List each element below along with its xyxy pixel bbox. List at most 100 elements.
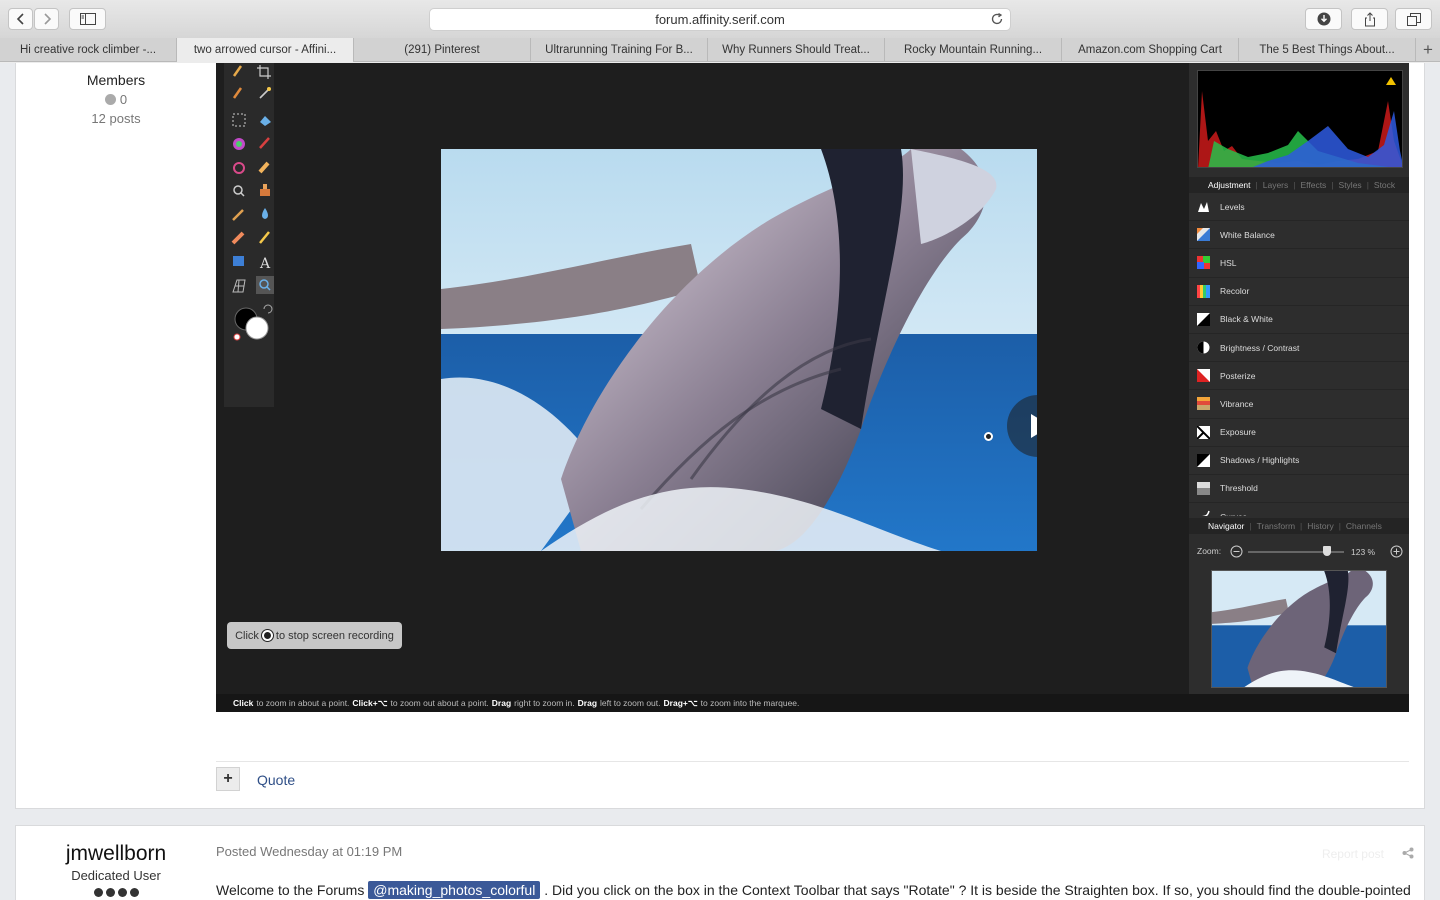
- photo-canvas[interactable]: [441, 149, 1037, 551]
- status-key: Click+⌥: [352, 697, 388, 708]
- post-timestamp[interactable]: Posted Wednesday at 01:19 PM: [216, 844, 402, 859]
- navigator-tab[interactable]: History: [1307, 521, 1333, 531]
- adjustment-item-curves[interactable]: Curves: [1189, 503, 1409, 516]
- quote-link[interactable]: Quote: [257, 772, 295, 788]
- post-divider: [216, 761, 1409, 762]
- tab-separator: |: [1255, 180, 1258, 190]
- zoom-slider-track[interactable]: [1248, 546, 1344, 556]
- crop-icon: [257, 65, 271, 79]
- studio-tab[interactable]: Layers: [1263, 180, 1289, 190]
- navigator-thumbnail[interactable]: [1211, 570, 1387, 688]
- active-tool-highlight: [256, 276, 274, 294]
- histogram: [1197, 70, 1403, 168]
- adjustment-item-black-white[interactable]: Black & White: [1189, 306, 1409, 334]
- reload-icon[interactable]: [990, 12, 1004, 26]
- navigator-tab[interactable]: Channels: [1346, 521, 1382, 531]
- adjustment-label: Vibrance: [1220, 398, 1254, 409]
- status-text: right to zoom in.: [514, 698, 575, 708]
- address-bar[interactable]: forum.affinity.serif.com: [429, 8, 1011, 31]
- adjustment-item-recolor[interactable]: Recolor: [1189, 278, 1409, 306]
- username-link[interactable]: jmwellborn: [16, 842, 216, 866]
- retouch-icon: [232, 209, 244, 221]
- warning-icon: [1386, 77, 1396, 85]
- swap-colors-icon: [263, 304, 273, 314]
- adjustment-panel-tabs: Adjustment | Layers | Effects | Styles | Stock: [1189, 177, 1409, 193]
- browser-tab[interactable]: Amazon.com Shopping Cart: [1062, 38, 1239, 62]
- studio-tab[interactable]: Adjustment: [1208, 180, 1251, 190]
- user-title: Dedicated User: [71, 868, 161, 883]
- mesh-icon: [232, 279, 246, 293]
- browser-tab[interactable]: The 5 Best Things About...: [1239, 38, 1416, 62]
- adjustment-item-shadows-highlights[interactable]: Shadows / Highlights: [1189, 447, 1409, 475]
- status-key: Drag: [491, 698, 512, 708]
- browser-tab[interactable]: Rocky Mountain Running...: [885, 38, 1062, 62]
- reputation-icon: [104, 94, 116, 105]
- browser-tab[interactable]: Hi creative rock climber -...: [0, 38, 177, 62]
- tab-overview-button[interactable]: [1395, 8, 1432, 30]
- post-count[interactable]: 12 posts: [16, 111, 216, 126]
- adjustment-item-vibrance[interactable]: Vibrance: [1189, 390, 1409, 419]
- paint-brush-icon: [259, 137, 270, 149]
- adjustment-item-hsl[interactable]: HSL: [1189, 249, 1409, 278]
- forward-button[interactable]: [34, 8, 59, 30]
- tab-separator: |: [1331, 180, 1334, 190]
- status-key: Drag+⌥: [663, 697, 698, 708]
- clone-icon: [260, 184, 270, 196]
- adjustment-label: Levels: [1220, 201, 1245, 212]
- adjustment-item-brightness-contrast[interactable]: Brightness / Contrast: [1189, 334, 1409, 363]
- levels-icon: [1198, 202, 1209, 213]
- back-button[interactable]: [8, 8, 33, 30]
- adjustment-label: Black & White: [1220, 314, 1273, 325]
- stop-recording-prefix: Click: [235, 629, 259, 642]
- adjustment-label: Brightness / Contrast: [1220, 342, 1300, 353]
- brush-icon: [232, 87, 243, 99]
- rectangle-icon: [233, 256, 244, 266]
- studio-tab[interactable]: Styles: [1339, 180, 1362, 190]
- adjustment-item-exposure[interactable]: Exposure: [1189, 419, 1409, 447]
- adjustment-item-levels[interactable]: Levels: [1189, 193, 1409, 222]
- share-button[interactable]: [1351, 8, 1388, 30]
- browser-toolbar: forum.affinity.serif.com: [0, 0, 1440, 38]
- zoom-value[interactable]: 123 %: [1351, 547, 1375, 557]
- adjustment-label: HSL: [1220, 257, 1237, 268]
- zoom-in-icon[interactable]: [1390, 545, 1403, 558]
- status-text: to zoom out about a point.: [390, 698, 489, 708]
- adjustment-item-posterize[interactable]: Posterize: [1189, 362, 1409, 391]
- download-icon: [1317, 12, 1330, 26]
- status-key: Click: [233, 698, 254, 708]
- adjustment-item-white-balance[interactable]: White Balance: [1189, 221, 1409, 250]
- status-key: Drag: [577, 698, 598, 708]
- browser-tab[interactable]: (291) Pinterest: [354, 38, 531, 62]
- video-embed[interactable]: A Click to stop screen recording Click t…: [216, 63, 1409, 712]
- navigator-tab[interactable]: Transform: [1257, 521, 1295, 531]
- fill-icon: [260, 116, 271, 126]
- zoom-cursor-icon: [984, 432, 993, 441]
- adjustment-item-threshold[interactable]: Threshold: [1189, 475, 1409, 504]
- studio-tab[interactable]: Stock: [1374, 180, 1395, 190]
- share-post-icon[interactable]: [1402, 847, 1414, 859]
- multi-quote-button[interactable]: +: [216, 767, 240, 791]
- browser-tab[interactable]: Ultrarunning Training For B...: [531, 38, 708, 62]
- downloads-button[interactable]: [1305, 8, 1342, 30]
- sidebar-button[interactable]: [69, 8, 106, 30]
- dodge-icon: [259, 231, 270, 244]
- curves-icon: [1202, 510, 1210, 516]
- stop-recording-notice[interactable]: Click to stop screen recording: [227, 622, 402, 649]
- browser-tab[interactable]: Why Runners Should Treat...: [708, 38, 885, 62]
- zoom-out-icon[interactable]: [1230, 545, 1243, 558]
- secondary-color-swatch: [245, 316, 269, 340]
- zoom-row: Zoom: 123 %: [1189, 540, 1409, 562]
- user-mention[interactable]: @making_photos_colorful: [368, 881, 541, 899]
- report-post-link[interactable]: Report post: [1322, 847, 1384, 861]
- browser-tab[interactable]: two arrowed cursor - Affini...: [177, 38, 354, 62]
- tab-separator: |: [1300, 521, 1303, 531]
- play-button[interactable]: [1007, 395, 1037, 457]
- recolor-icon: [1197, 284, 1210, 298]
- text-tool-icon: A: [259, 256, 271, 272]
- zoom-slider-thumb[interactable]: [1322, 546, 1331, 556]
- new-tab-button[interactable]: +: [1416, 38, 1440, 61]
- status-text: to zoom in about a point.: [256, 698, 350, 708]
- studio-tab[interactable]: Effects: [1300, 180, 1326, 190]
- navigator-tab[interactable]: Navigator: [1208, 521, 1244, 531]
- rank-pip-icon: [105, 888, 115, 897]
